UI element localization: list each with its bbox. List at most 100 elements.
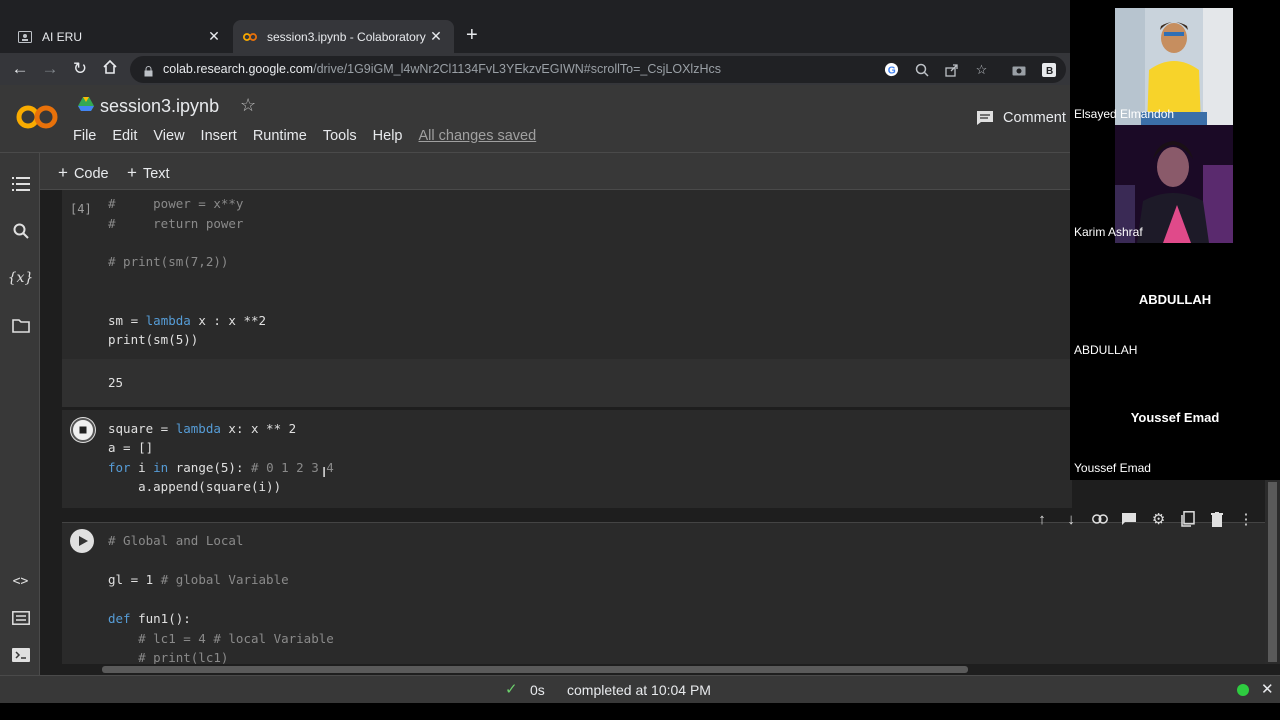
menu-runtime[interactable]: Runtime: [253, 128, 307, 144]
browser-tab-bar: AI ERU ✕ session3.ipynb - Colaboratory ✕…: [0, 0, 1070, 53]
participant-name: Karim Ashraf: [1074, 225, 1143, 239]
stop-execution-button[interactable]: [70, 417, 96, 443]
participant-name: Elsayed Elmandoh: [1074, 107, 1175, 121]
menu-help[interactable]: Help: [373, 128, 403, 144]
code-line: # lc1 = 4 # local Variable: [108, 631, 334, 646]
mirror-cell-icon[interactable]: [1179, 510, 1197, 528]
code-line: print(sm(5)): [108, 332, 199, 347]
token: sm = lambda x : x **2: [108, 313, 267, 328]
code-snippets-icon[interactable]: <>: [10, 571, 31, 592]
colab-header: session3.ipynb ☆ File Edit View Insert R…: [0, 85, 1070, 153]
plus-icon: +: [127, 163, 137, 182]
menu-edit[interactable]: Edit: [112, 128, 137, 144]
code-line: square = lambda x: x ** 2: [108, 421, 297, 436]
new-tab-icon[interactable]: +: [466, 25, 478, 45]
star-icon[interactable]: ☆: [240, 95, 256, 116]
code-line: sm = lambda x : x **2: [108, 311, 266, 330]
extension-icon[interactable]: B: [1040, 61, 1057, 78]
tab-title: session3.ipynb - Colaboratory: [267, 29, 426, 44]
folder-icon[interactable]: [10, 315, 31, 336]
code-line: # power = x**y: [108, 196, 244, 211]
checkmark-icon: ✓: [505, 681, 518, 698]
comment-label: Comment: [1003, 110, 1066, 126]
terminal-icon[interactable]: [10, 644, 31, 665]
code-line: # Global and Local: [108, 533, 244, 548]
move-up-icon[interactable]: ↑: [1033, 510, 1051, 528]
lock-icon: [144, 64, 153, 77]
url-field[interactable]: colab.research.google.com/drive/1G9iGM_l…: [130, 56, 1066, 83]
close-icon[interactable]: ✕: [206, 28, 222, 45]
camera-icon[interactable]: [1010, 61, 1027, 78]
table-of-contents-icon[interactable]: [10, 173, 31, 194]
comment-icon[interactable]: [1120, 510, 1138, 528]
left-sidebar: {x} <>: [0, 153, 40, 675]
output-text: 25: [108, 375, 124, 390]
url-text: colab.research.google.com/drive/1G9iGM_l…: [163, 62, 721, 76]
back-arrow-icon[interactable]: ←: [10, 59, 30, 79]
code-cell[interactable]: # Global and Local gl = 1 # global Varia…: [62, 522, 1265, 664]
execution-duration: 0s: [530, 682, 545, 698]
keyword-token: lambda: [145, 313, 191, 328]
search-icon[interactable]: [10, 220, 31, 241]
tab-title: AI ERU: [42, 29, 83, 44]
share-icon[interactable]: [943, 61, 960, 78]
menu-view[interactable]: View: [153, 128, 184, 144]
close-icon[interactable]: ✕: [428, 28, 444, 45]
participant-tile-name: Youssef Emad: [1130, 410, 1220, 425]
bottom-strip: [0, 703, 1280, 720]
zoom-icon[interactable]: [913, 61, 930, 78]
code-cell[interactable]: [4] # power = x**y # return power # prin…: [62, 190, 1072, 359]
execution-count: [4]: [70, 202, 92, 216]
variables-icon[interactable]: {x}: [8, 267, 34, 288]
code-cell[interactable]: square = lambda x: x ** 2 a = [] for i i…: [62, 410, 1072, 508]
run-cell-button[interactable]: [70, 529, 94, 553]
close-icon[interactable]: ✕: [1261, 680, 1274, 698]
classroom-icon: [18, 30, 32, 44]
settings-gear-icon[interactable]: ⚙: [1150, 510, 1168, 528]
comment-icon: [976, 110, 994, 126]
menu-file[interactable]: File: [73, 128, 96, 144]
menu-tools[interactable]: Tools: [323, 128, 357, 144]
connection-status-icon: [1237, 684, 1249, 696]
participant-name: ABDULLAH: [1074, 343, 1138, 357]
colab-logo-icon[interactable]: [16, 102, 58, 132]
more-options-icon[interactable]: ⋮: [1237, 510, 1255, 528]
forward-arrow-icon[interactable]: →: [40, 59, 60, 79]
notebook-title[interactable]: session3.ipynb: [100, 96, 219, 117]
cell-output: 25: [62, 359, 1072, 407]
colab-icon: [243, 30, 257, 44]
delete-icon[interactable]: [1208, 510, 1226, 528]
command-palette-icon[interactable]: [10, 607, 31, 628]
bookmark-star-icon[interactable]: ☆: [973, 61, 990, 78]
tab-ai-eru[interactable]: AI ERU ✕: [8, 20, 232, 53]
code-line: for i in range(5): # 0 1 2 3 4: [108, 460, 334, 475]
save-status-link[interactable]: All changes saved: [419, 128, 537, 144]
vertical-scrollbar[interactable]: [1265, 480, 1280, 664]
home-icon[interactable]: [100, 59, 120, 79]
notebook-toolbar: + Code + Text: [40, 153, 1070, 190]
scroll-thumb[interactable]: [102, 666, 968, 673]
menu-insert[interactable]: Insert: [201, 128, 237, 144]
add-text-button[interactable]: + Text: [127, 163, 170, 183]
move-down-icon[interactable]: ↓: [1062, 510, 1080, 528]
code-line: # print(sm(7,2)): [108, 254, 229, 269]
horizontal-scrollbar[interactable]: [40, 664, 1265, 675]
menu-bar: File Edit View Insert Runtime Tools Help…: [73, 128, 552, 144]
code-line: gl = 1 # global Variable: [108, 572, 289, 587]
svg-text:G: G: [888, 65, 896, 76]
reload-icon[interactable]: ↻: [70, 59, 90, 79]
comment-button[interactable]: Comment: [976, 110, 1066, 126]
add-code-button[interactable]: + Code: [58, 163, 109, 183]
plus-icon: +: [58, 163, 68, 182]
address-bar: ← → ↻ colab.research.google.com/drive/1G…: [0, 53, 1070, 85]
google-drive-icon: [78, 97, 94, 111]
code-line: a.append(square(i)): [108, 479, 282, 494]
code-line: # return power: [108, 216, 244, 231]
tab-session3[interactable]: session3.ipynb - Colaboratory ✕: [233, 20, 454, 53]
link-icon[interactable]: [1091, 510, 1109, 528]
code-line: # print(lc1): [108, 650, 229, 664]
svg-text:B: B: [1046, 66, 1053, 77]
code-line: a = []: [108, 440, 154, 455]
google-icon[interactable]: G: [883, 61, 900, 78]
scroll-thumb[interactable]: [1268, 482, 1277, 662]
